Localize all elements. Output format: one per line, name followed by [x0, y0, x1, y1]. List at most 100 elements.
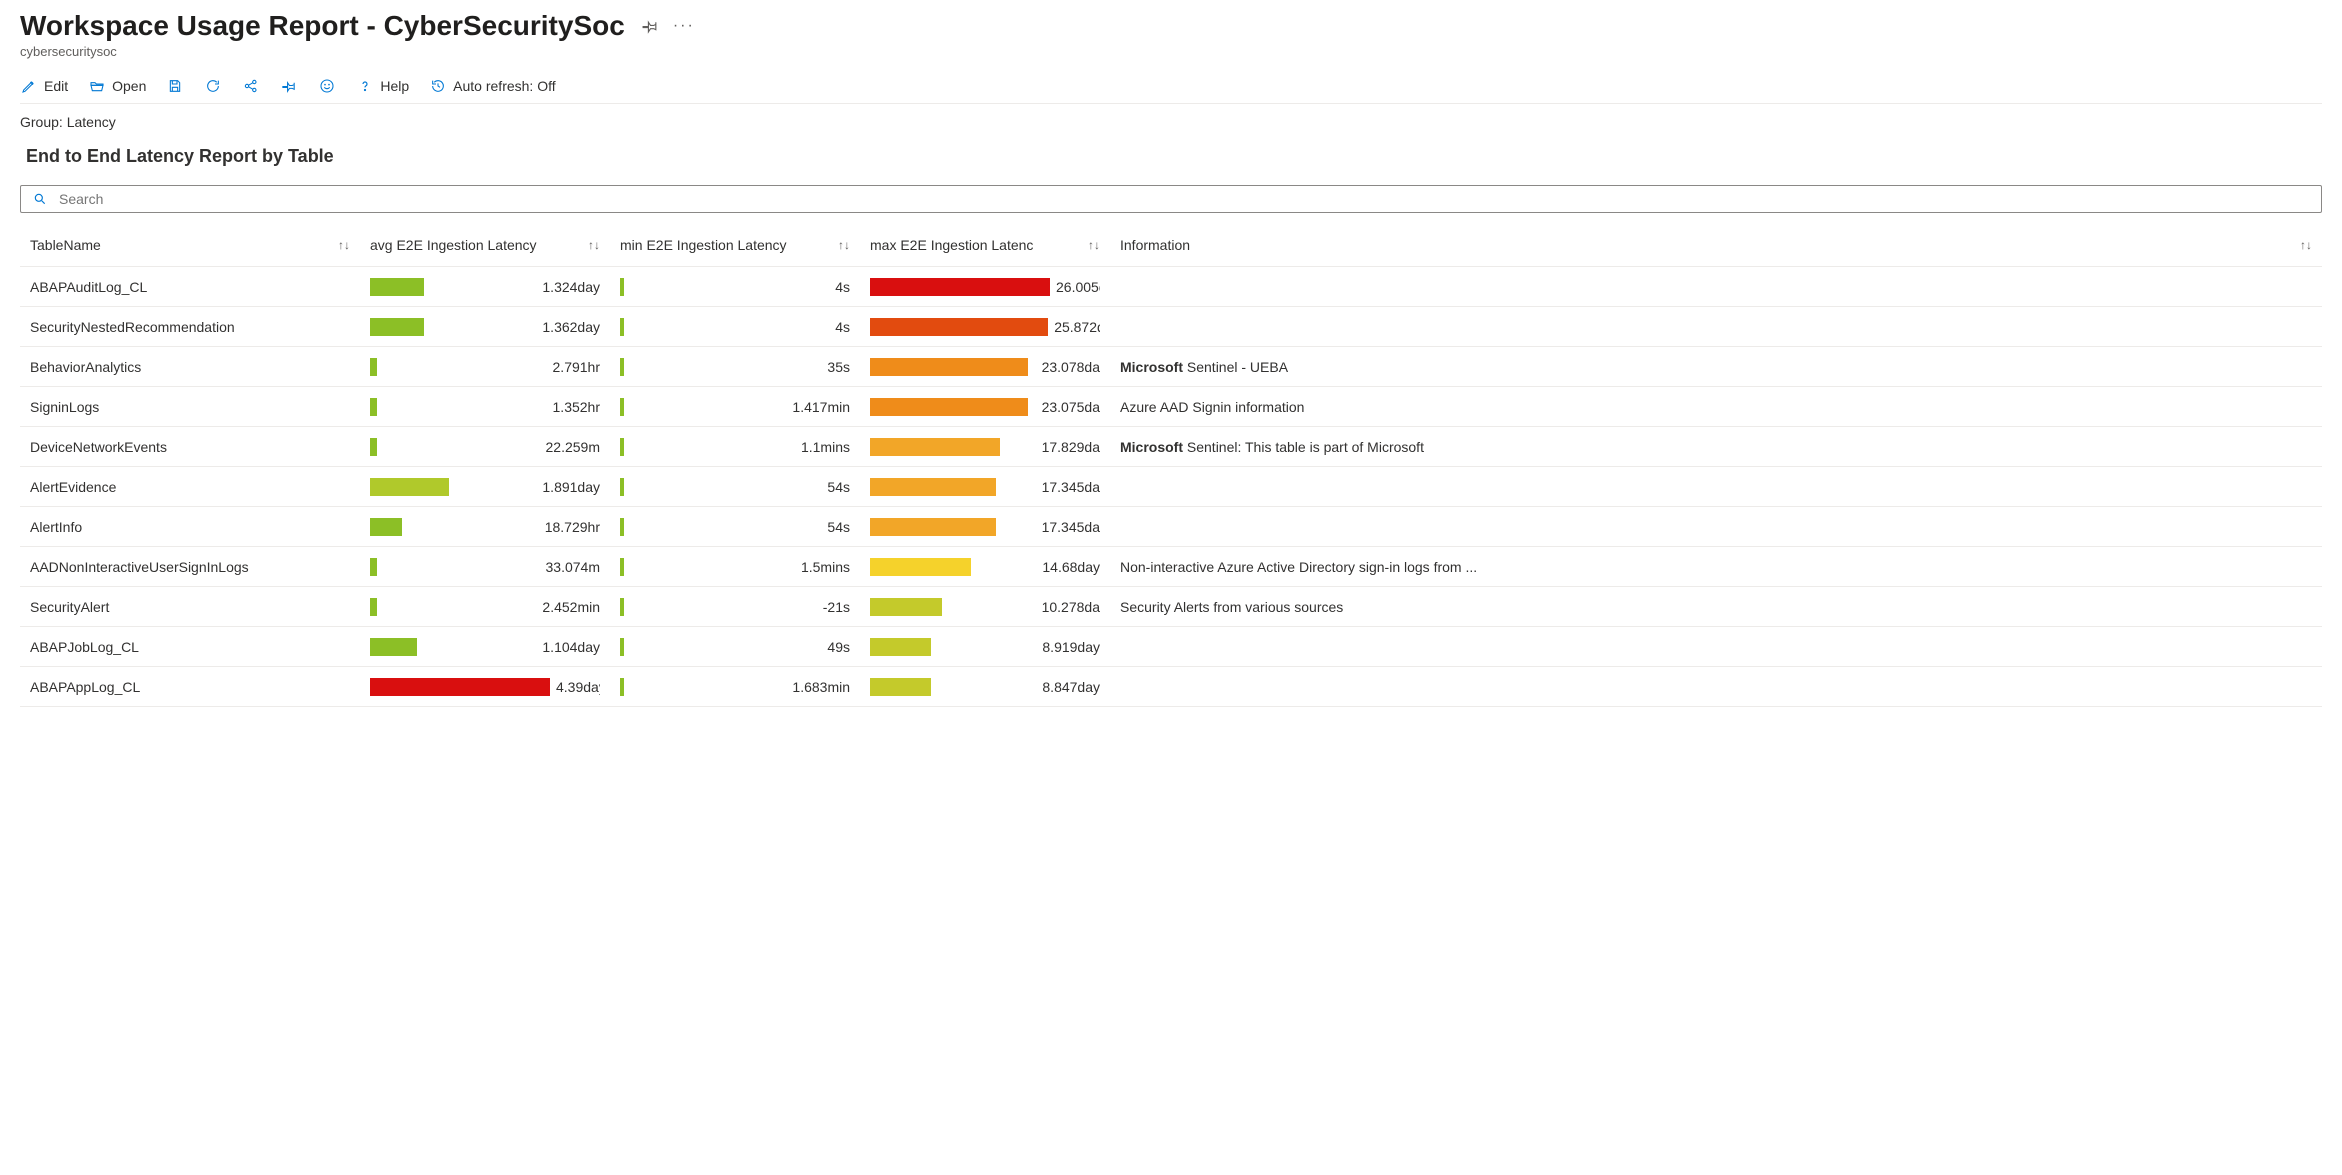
table-row[interactable]: DeviceNetworkEvents 22.259m 1.1mins 17.8…	[20, 427, 2322, 467]
cell-min: 54s	[610, 518, 860, 536]
cell-tablename: SecurityAlert	[20, 599, 360, 615]
pin-icon[interactable]	[641, 17, 659, 35]
cell-tablename: AADNonInteractiveUserSignInLogs	[20, 559, 360, 575]
cell-tablename: ABAPAuditLog_CL	[20, 279, 360, 295]
cell-min: 1.1mins	[610, 438, 860, 456]
cell-min: 1.417min	[610, 398, 860, 416]
pin-button[interactable]	[280, 77, 298, 95]
auto-refresh-label: Auto refresh: Off	[453, 78, 555, 94]
cell-min: 1.5mins	[610, 558, 860, 576]
cell-max: 17.345da	[860, 478, 1110, 496]
cell-avg: 4.39days	[360, 678, 610, 696]
table-row[interactable]: ABAPAuditLog_CL 1.324day 4s 26.005da	[20, 267, 2322, 307]
cell-min: 4s	[610, 318, 860, 336]
table-row[interactable]: SecurityAlert 2.452min -21s 10.278da Sec…	[20, 587, 2322, 627]
save-button[interactable]	[166, 77, 184, 95]
cell-avg: 1.362day	[360, 318, 610, 336]
cell-max: 23.075da	[860, 398, 1110, 416]
subtitle: cybersecuritysoc	[20, 44, 2322, 59]
table-header: TableName ↑↓ avg E2E Ingestion Latency ↑…	[20, 223, 2322, 267]
folder-open-icon	[88, 77, 106, 95]
col-avg[interactable]: avg E2E Ingestion Latency ↑↓	[360, 237, 610, 253]
pin-outline-icon	[280, 77, 298, 95]
cell-min: 35s	[610, 358, 860, 376]
page-title: Workspace Usage Report - CyberSecuritySo…	[20, 10, 625, 42]
cell-max: 8.847day	[860, 678, 1110, 696]
cell-avg: 22.259m	[360, 438, 610, 456]
history-icon	[429, 77, 447, 95]
cell-tablename: AlertEvidence	[20, 479, 360, 495]
cell-min: 54s	[610, 478, 860, 496]
cell-max: 10.278da	[860, 598, 1110, 616]
cell-tablename: SigninLogs	[20, 399, 360, 415]
more-icon[interactable]: ···	[675, 17, 693, 35]
cell-min: 49s	[610, 638, 860, 656]
search-input[interactable]	[57, 190, 2311, 208]
section-title: End to End Latency Report by Table	[26, 146, 2322, 167]
edit-label: Edit	[44, 78, 68, 94]
cell-max: 14.68day	[860, 558, 1110, 576]
cell-tablename: ABAPAppLog_CL	[20, 679, 360, 695]
sort-icon: ↑↓	[338, 238, 350, 252]
search-icon	[31, 190, 49, 208]
save-icon	[166, 77, 184, 95]
cell-avg: 2.452min	[360, 598, 610, 616]
col-min[interactable]: min E2E Ingestion Latency ↑↓	[610, 237, 860, 253]
refresh-icon	[204, 77, 222, 95]
share-icon	[242, 77, 260, 95]
cell-max: 17.345da	[860, 518, 1110, 536]
auto-refresh-button[interactable]: Auto refresh: Off	[429, 77, 555, 95]
cell-tablename: SecurityNestedRecommendation	[20, 319, 360, 335]
table-row[interactable]: ABAPJobLog_CL 1.104day 49s 8.919day	[20, 627, 2322, 667]
cell-info: Non-interactive Azure Active Directory s…	[1110, 559, 2322, 575]
cell-tablename: BehaviorAnalytics	[20, 359, 360, 375]
table-row[interactable]: AlertEvidence 1.891day 54s 17.345da	[20, 467, 2322, 507]
cell-info: Security Alerts from various sources	[1110, 599, 2322, 615]
latency-table: TableName ↑↓ avg E2E Ingestion Latency ↑…	[20, 223, 2322, 707]
cell-avg: 33.074m	[360, 558, 610, 576]
sort-icon: ↑↓	[2300, 238, 2312, 252]
cell-max: 8.919day	[860, 638, 1110, 656]
col-tablename[interactable]: TableName ↑↓	[20, 237, 360, 253]
refresh-button[interactable]	[204, 77, 222, 95]
cell-min: -21s	[610, 598, 860, 616]
table-row[interactable]: BehaviorAnalytics 2.791hr 35s 23.078da M…	[20, 347, 2322, 387]
cell-info: Azure AAD Signin information	[1110, 399, 2322, 415]
cell-avg: 1.324day	[360, 278, 610, 296]
help-button[interactable]: Help	[356, 77, 409, 95]
sort-icon: ↑↓	[1088, 238, 1100, 252]
sort-icon: ↑↓	[838, 238, 850, 252]
cell-max: 17.829da	[860, 438, 1110, 456]
table-row[interactable]: SecurityNestedRecommendation 1.362day 4s…	[20, 307, 2322, 347]
table-row[interactable]: AlertInfo 18.729hr 54s 17.345da	[20, 507, 2322, 547]
group-label: Group: Latency	[20, 114, 2322, 130]
cell-tablename: ABAPJobLog_CL	[20, 639, 360, 655]
cell-avg: 1.891day	[360, 478, 610, 496]
feedback-button[interactable]	[318, 77, 336, 95]
col-info[interactable]: Information ↑↓	[1110, 237, 2322, 253]
cell-min: 4s	[610, 278, 860, 296]
table-row[interactable]: AADNonInteractiveUserSignInLogs 33.074m …	[20, 547, 2322, 587]
cell-tablename: AlertInfo	[20, 519, 360, 535]
cell-max: 25.872da	[860, 318, 1110, 336]
table-row[interactable]: ABAPAppLog_CL 4.39days 1.683min 8.847day	[20, 667, 2322, 707]
sort-icon: ↑↓	[588, 238, 600, 252]
share-button[interactable]	[242, 77, 260, 95]
cell-info: Microsoft Sentinel: This table is part o…	[1110, 439, 2322, 455]
cell-avg: 2.791hr	[360, 358, 610, 376]
command-bar: Edit Open	[20, 77, 2322, 104]
cell-min: 1.683min	[610, 678, 860, 696]
cell-avg: 18.729hr	[360, 518, 610, 536]
question-icon	[356, 77, 374, 95]
col-max[interactable]: max E2E Ingestion Latenc ↑↓	[860, 237, 1110, 253]
open-button[interactable]: Open	[88, 77, 146, 95]
pencil-icon	[20, 77, 38, 95]
edit-button[interactable]: Edit	[20, 77, 68, 95]
search-box[interactable]	[20, 185, 2322, 213]
cell-info: Microsoft Sentinel - UEBA	[1110, 359, 2322, 375]
cell-avg: 1.104day	[360, 638, 610, 656]
cell-max: 23.078da	[860, 358, 1110, 376]
open-label: Open	[112, 78, 146, 94]
cell-max: 26.005da	[860, 278, 1110, 296]
table-row[interactable]: SigninLogs 1.352hr 1.417min 23.075da Azu…	[20, 387, 2322, 427]
